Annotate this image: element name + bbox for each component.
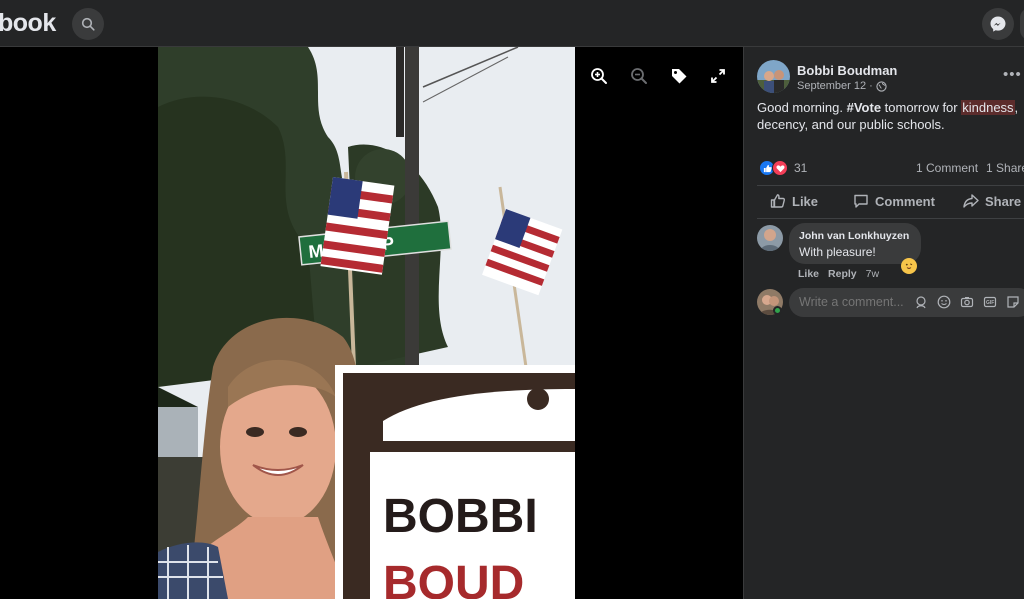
post-text-part: Good morning.: [757, 100, 847, 115]
comment-input[interactable]: [799, 295, 909, 309]
photo-scene: McM Rd P: [158, 47, 575, 599]
zoom-out-icon: [631, 68, 647, 84]
top-bar: book: [0, 0, 1024, 47]
author-avatar[interactable]: [757, 60, 790, 93]
comment-button[interactable]: Comment: [853, 193, 935, 209]
yard-sign-line2: BOUD: [383, 557, 524, 599]
comment-reply-link[interactable]: Reply: [828, 268, 857, 280]
sticker-icon: [1007, 296, 1019, 308]
avatar-sticker-button[interactable]: [914, 295, 928, 309]
comment-icon: [854, 194, 868, 208]
commenter-avatar[interactable]: [757, 225, 783, 251]
comment-like-link[interactable]: Like: [798, 268, 819, 280]
comment-text: With pleasure!: [799, 245, 876, 259]
share-label: Share: [985, 193, 1022, 209]
post-actions: Like Comment Share: [757, 188, 1024, 216]
comment-author[interactable]: John van Lonkhuyzen: [799, 230, 911, 242]
post-side-panel: Bobbi Boudman September 12 · ••• Good mo…: [743, 47, 1024, 599]
love-reaction-icon: [772, 160, 788, 176]
like-button[interactable]: Like: [770, 193, 818, 209]
search-icon: [81, 17, 95, 31]
comment-time[interactable]: 7w: [866, 268, 879, 280]
reaction-summary[interactable]: 31: [759, 160, 807, 176]
facebook-logo[interactable]: book: [0, 9, 56, 38]
camera-icon: [960, 297, 974, 308]
highlighted-word: kindness: [961, 100, 1015, 115]
thumbs-up-icon: [770, 194, 786, 208]
zoom-in-icon: [591, 68, 607, 84]
hashtag-link[interactable]: #Vote: [847, 100, 881, 115]
comment-composer: GIF: [789, 288, 1024, 317]
messenger-icon: [990, 16, 1006, 32]
fullscreen-button[interactable]: [707, 65, 729, 87]
messenger-button[interactable]: [982, 8, 1014, 40]
post-photo[interactable]: McM Rd P: [158, 47, 575, 599]
gif-icon: GIF: [983, 296, 997, 308]
emoji-icon: [937, 295, 951, 309]
comments-count-link[interactable]: 1 Comment: [916, 161, 978, 175]
post-text: Good morning. #Vote tomorrow for kindnes…: [757, 99, 1023, 133]
tag-icon: [672, 69, 687, 84]
post-author-name[interactable]: Bobbi Boudman: [797, 63, 897, 78]
reaction-count: 31: [794, 161, 808, 175]
comment-actions: Like Reply 7w: [798, 268, 888, 280]
comment-label: Comment: [875, 193, 935, 209]
divider: [757, 218, 1024, 219]
post-meta: September 12 ·: [797, 80, 887, 92]
share-icon: [963, 194, 979, 208]
post-text-part: tomorrow for: [881, 100, 962, 115]
divider: [757, 185, 1024, 186]
post-date[interactable]: September 12: [797, 80, 866, 92]
share-button[interactable]: Share: [963, 193, 1021, 209]
menu-button-partial[interactable]: [1020, 8, 1024, 40]
sticker-button[interactable]: [1006, 295, 1020, 309]
comment-reaction-icon[interactable]: [901, 258, 917, 274]
globe-icon: [876, 80, 887, 92]
comment-bubble: John van Lonkhuyzen With pleasure!: [789, 223, 921, 264]
avatar-sticker-icon: [916, 296, 926, 309]
zoom-out-button[interactable]: [628, 65, 650, 87]
fullscreen-icon: [711, 69, 725, 83]
engagement-counts: 1 Comment 1 Share: [916, 161, 1024, 175]
shares-count-link[interactable]: 1 Share: [986, 161, 1024, 175]
svg-text:GIF: GIF: [986, 300, 994, 306]
like-label: Like: [792, 193, 819, 209]
zoom-in-button[interactable]: [588, 65, 610, 87]
online-status-dot: [773, 306, 782, 315]
yard-sign-line1: BOBBI: [383, 490, 538, 543]
more-options-button[interactable]: •••: [1003, 66, 1022, 83]
emoji-button[interactable]: [937, 295, 951, 309]
photo-viewer: McM Rd P: [0, 47, 743, 599]
gif-button[interactable]: GIF: [983, 295, 997, 309]
meta-separator: ·: [869, 80, 873, 92]
camera-button[interactable]: [960, 295, 974, 309]
tag-photo-button[interactable]: [668, 65, 690, 87]
search-button[interactable]: [72, 8, 104, 40]
